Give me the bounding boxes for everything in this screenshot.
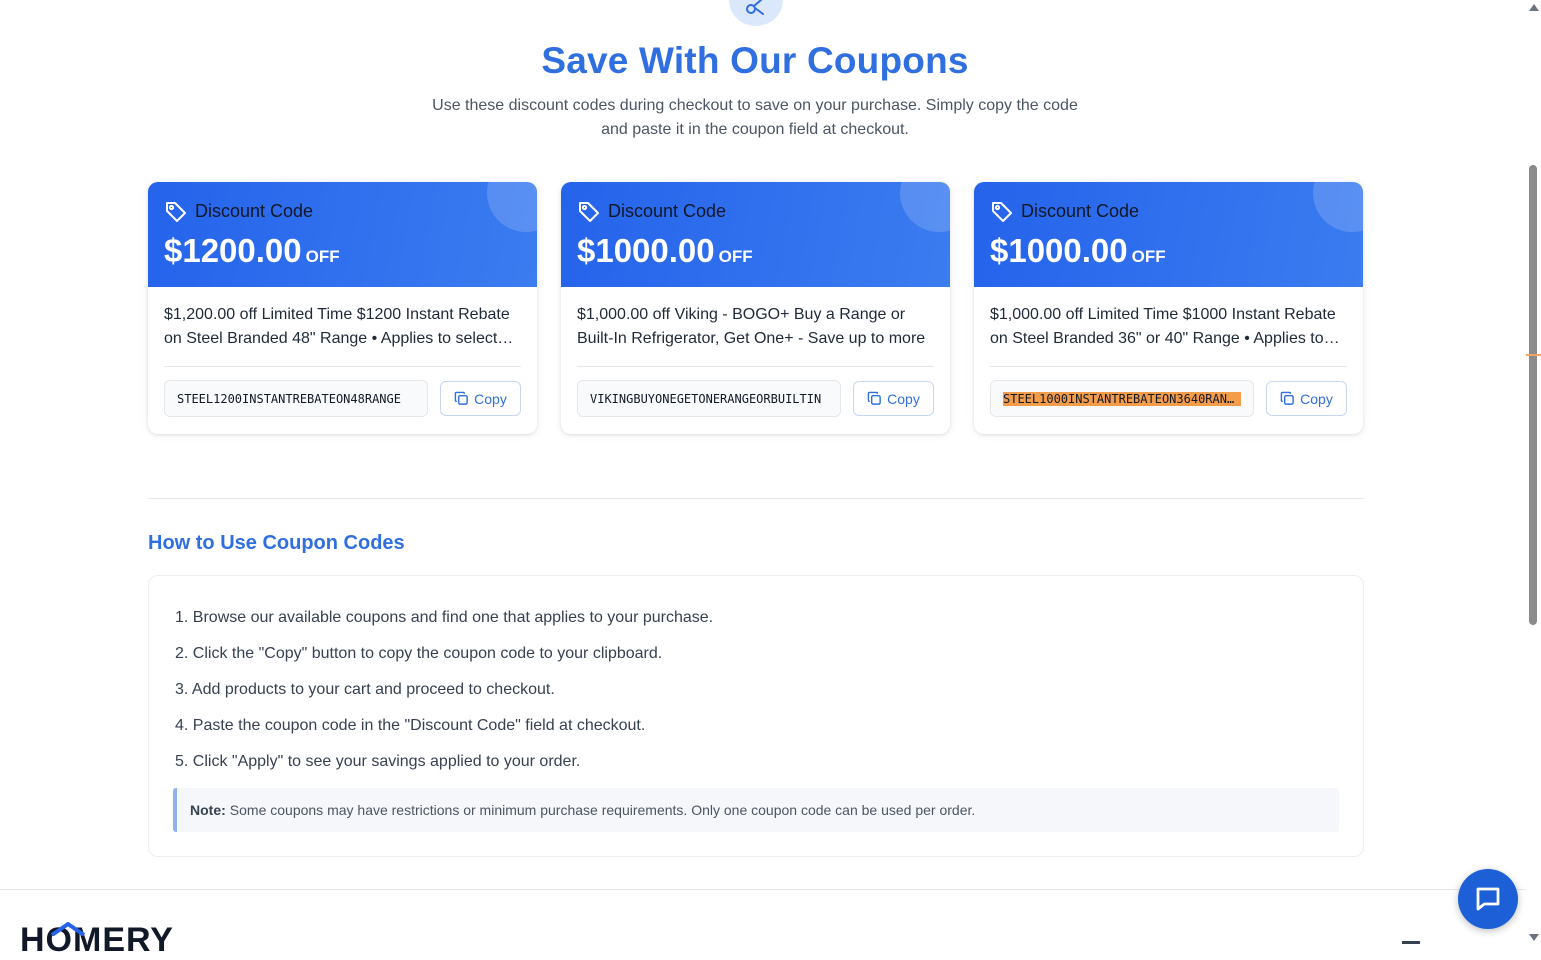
copy-icon [1280, 391, 1294, 405]
howto-step: 4. Paste the coupon code in the "Discoun… [175, 717, 646, 734]
decorative-bubble [900, 182, 950, 232]
coupon-code-field[interactable]: STEEL1000INSTANTREBATEON3640RANGE [990, 380, 1254, 417]
note-callout: Note: Some coupons may have restrictions… [173, 788, 1339, 832]
vertical-scrollbar[interactable] [1526, 0, 1541, 945]
page-title: Save With Our Coupons [541, 40, 969, 81]
coupon-card: Discount Code $1200.00 OFF $1,200.00 off … [148, 182, 537, 434]
scroll-up-arrow-icon[interactable] [1529, 4, 1539, 11]
tag-icon [579, 202, 599, 222]
coupon-description: $1,000.00 off Viking - BOGO+ Buy a Range… [577, 306, 926, 347]
note-text: Some coupons may have restrictions or mi… [229, 802, 976, 818]
coupon-label: Discount Code [1021, 201, 1140, 221]
tag-icon [166, 202, 186, 222]
coupon-amount-value: $1000.00 [990, 232, 1128, 269]
coupon-code: VIKINGBUYONEGETONERANGEORBUILTIN [590, 391, 822, 406]
coupon-amount: $1000.00 OFF [990, 232, 1166, 270]
howto-step: 3. Add products to your cart and proceed… [175, 681, 555, 698]
divider [577, 366, 934, 367]
copy-button-label: Copy [887, 390, 920, 407]
decorative-bubble [1313, 182, 1363, 232]
coupon-off-label: OFF [305, 247, 340, 266]
copy-button-label: Copy [474, 390, 507, 407]
coupon-amount-value: $1200.00 [164, 232, 302, 269]
chat-button[interactable] [1458, 869, 1518, 929]
note-label: Note: [190, 802, 226, 818]
logo-text: HOMERY [20, 921, 174, 959]
coupon-cards: Discount Code $1200.00 OFF $1,200.00 off … [148, 182, 1364, 434]
divider [990, 366, 1347, 367]
house-roof-icon [50, 922, 86, 936]
coupon-label: Discount Code [195, 201, 314, 221]
coupon-card-header: Discount Code $1200.00 OFF [148, 182, 537, 287]
coupon-amount: $1000.00 OFF [577, 232, 753, 270]
scissors-icon [729, 0, 783, 26]
tag-icon [992, 202, 1012, 222]
coupon-card-header: Discount Code $1000.00 OFF [974, 182, 1363, 287]
scroll-down-arrow-icon[interactable] [1529, 934, 1539, 941]
copy-button[interactable]: Copy [1266, 381, 1347, 416]
howto-step: 1. Browse our available coupons and find… [175, 609, 714, 626]
copy-icon [867, 391, 881, 405]
section-divider [148, 498, 1364, 499]
coupon-description: $1,200.00 off Limited Time $1200 Instant… [164, 306, 510, 347]
coupon-off-label: OFF [718, 247, 753, 266]
howto-panel: 1. Browse our available coupons and find… [148, 575, 1364, 857]
coupon-description: $1,000.00 off Limited Time $1000 Instant… [990, 306, 1336, 347]
howto-title: How to Use Coupon Codes [148, 532, 405, 554]
coupon-amount: $1200.00 OFF [164, 232, 340, 270]
copy-button[interactable]: Copy [440, 381, 521, 416]
coupon-code: STEEL1200INSTANTREBATEON48RANGE [177, 391, 401, 406]
footer-divider [0, 889, 1526, 890]
howto-step: 5. Click "Apply" to see your savings app… [175, 753, 581, 770]
coupon-amount-value: $1000.00 [577, 232, 715, 269]
footer-fragment [1402, 941, 1420, 944]
scrollbar-thumb[interactable] [1529, 165, 1537, 625]
page: Save With Our Coupons Use these discount… [0, 0, 1526, 959]
howto-step: 2. Click the "Copy" button to copy the c… [175, 645, 663, 662]
copy-icon [454, 391, 468, 405]
coupon-card: Discount Code $1000.00 OFF $1,000.00 off … [561, 182, 950, 434]
copy-button-label: Copy [1300, 390, 1333, 407]
page-subtitle: Use these discount codes during checkout… [432, 97, 1078, 138]
copy-button[interactable]: Copy [853, 381, 934, 416]
coupon-card: Discount Code $1000.00 OFF $1,000.00 off … [974, 182, 1363, 434]
coupon-card-header: Discount Code $1000.00 OFF [561, 182, 950, 287]
coupon-off-label: OFF [1131, 247, 1166, 266]
site-logo[interactable]: HOMERY [20, 920, 174, 960]
decorative-bubble [487, 182, 537, 232]
coupon-label: Discount Code [608, 201, 727, 221]
chat-bubble-icon [1476, 887, 1500, 911]
coupon-code: STEEL1000INSTANTREBATEON3640RANGE [1003, 391, 1241, 406]
howto-steps: 1. Browse our available coupons and find… [175, 600, 713, 780]
coupon-code-field[interactable]: STEEL1200INSTANTREBATEON48RANGE [164, 380, 428, 417]
scroll-marker [1526, 354, 1541, 356]
divider [164, 366, 521, 367]
coupon-code-field[interactable]: VIKINGBUYONEGETONERANGEORBUILTIN [577, 380, 841, 417]
